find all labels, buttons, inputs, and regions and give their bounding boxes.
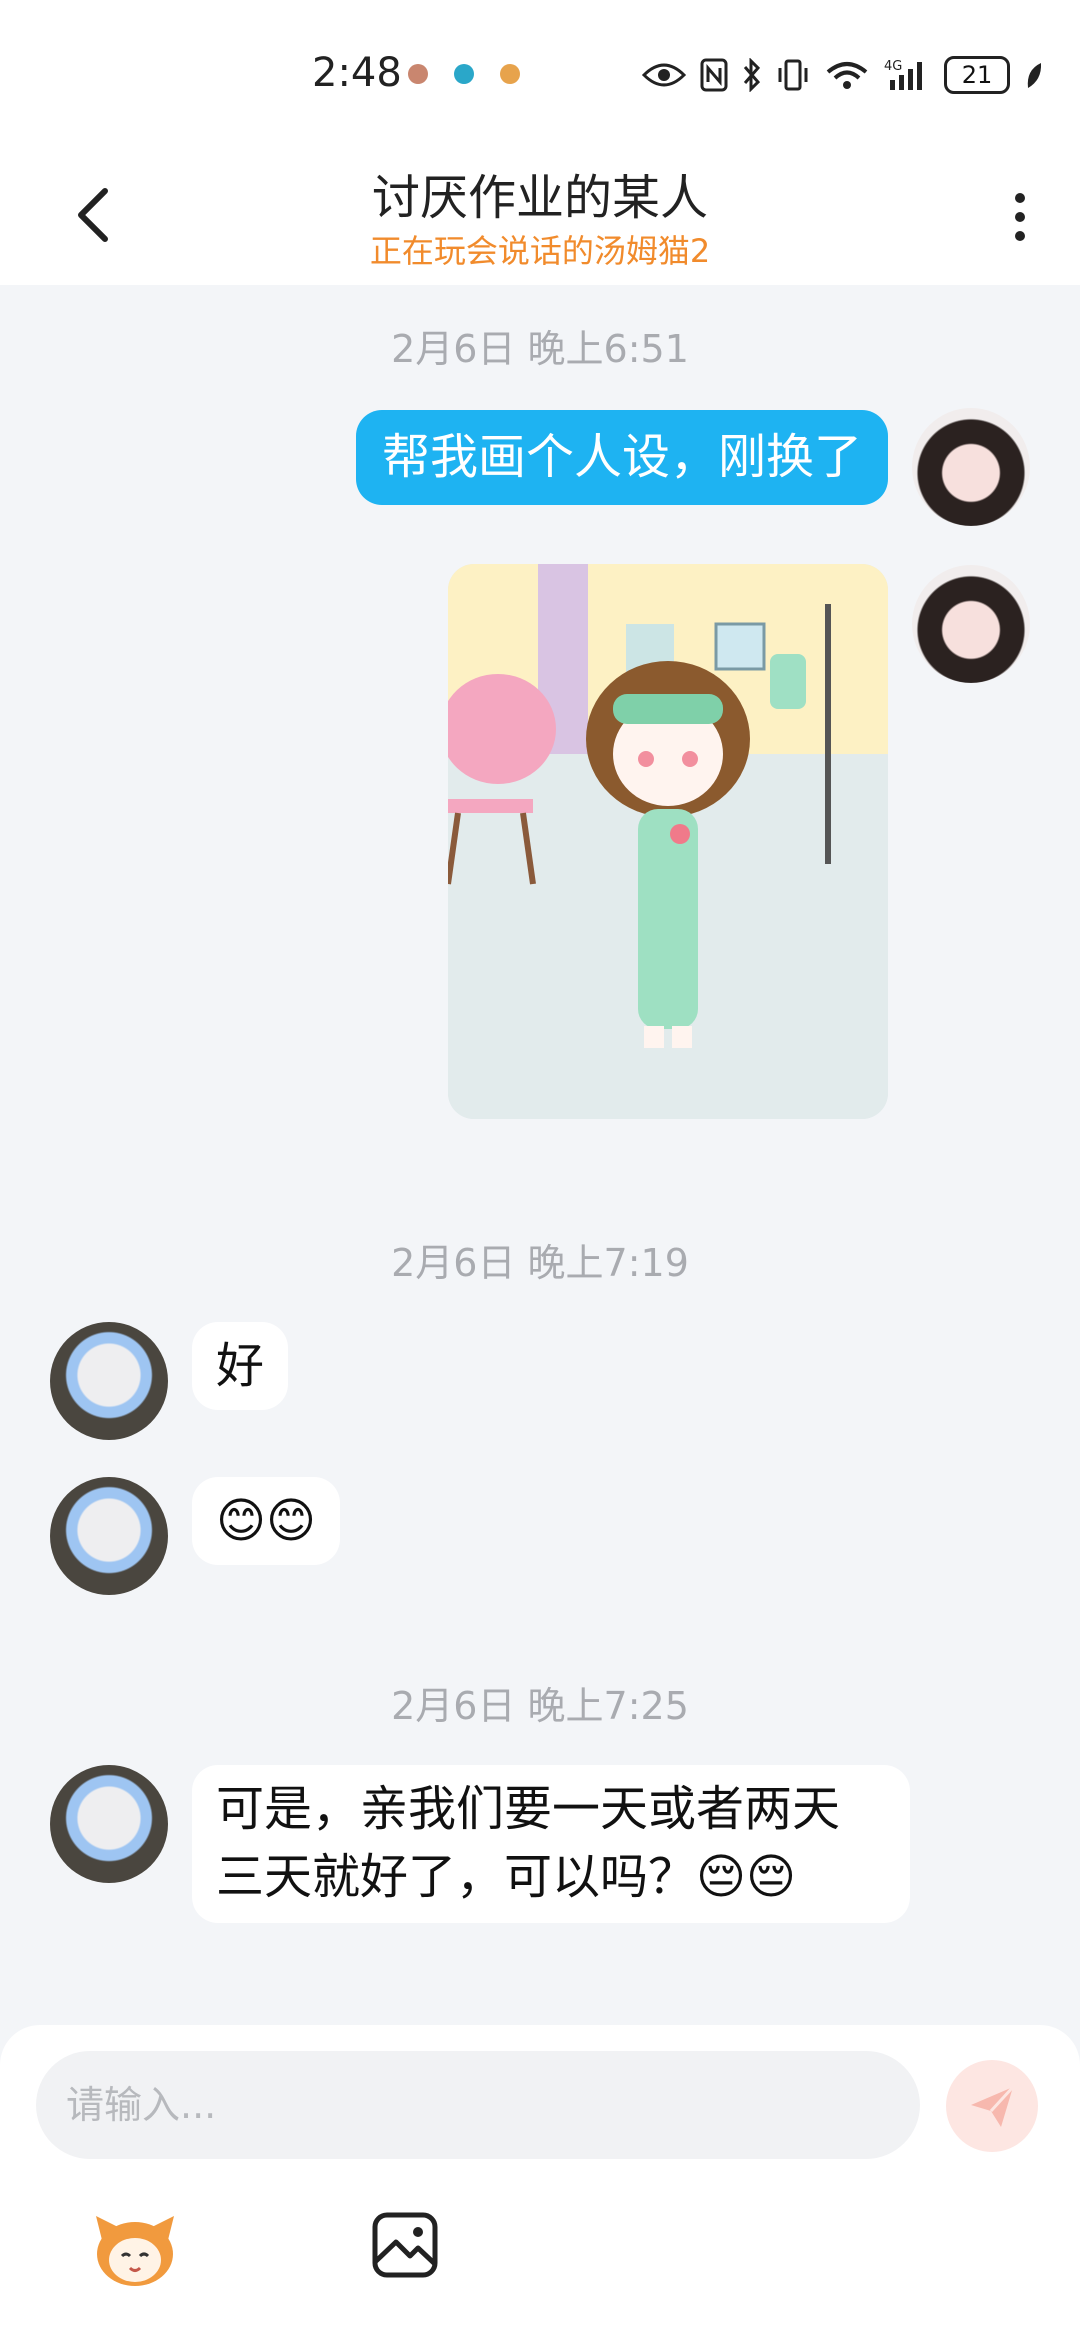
avatar[interactable] xyxy=(50,1765,168,1883)
message-bubble-incoming[interactable]: 可是，亲我们要一天或者两天三天就好了，可以吗？😔😔 xyxy=(192,1765,910,1923)
nfc-icon xyxy=(700,58,728,92)
contact-name: 讨厌作业的某人 xyxy=(371,170,708,226)
notification-app-icon xyxy=(500,64,520,84)
eye-icon xyxy=(642,63,686,87)
battery-level: 21 xyxy=(944,56,1010,94)
svg-text:4G: 4G xyxy=(884,59,902,74)
vibrate-icon xyxy=(778,59,808,91)
message-timestamp: 2月6日 晚上7:25 xyxy=(391,1684,689,1728)
avatar[interactable] xyxy=(50,1477,168,1595)
status-time: 2:48 xyxy=(312,50,402,96)
send-icon xyxy=(971,2085,1015,2127)
message-bubble-incoming[interactable]: 好 xyxy=(192,1322,289,1410)
notification-icons xyxy=(408,64,520,84)
signal-icon: 4G xyxy=(884,59,922,90)
notification-app-icon xyxy=(454,64,474,84)
wifi-icon xyxy=(826,62,868,89)
contact-status: 正在玩会说话的汤姆猫2 xyxy=(369,232,711,270)
avatar[interactable] xyxy=(50,1322,168,1440)
notification-app-icon xyxy=(408,64,428,84)
input-panel xyxy=(0,2025,1080,2340)
send-button[interactable] xyxy=(946,2060,1038,2152)
chat-header: 讨厌作业的某人 正在玩会说话的汤姆猫2 xyxy=(0,140,1080,285)
avatar[interactable] xyxy=(912,408,1030,526)
message-timestamp: 2月6日 晚上7:19 xyxy=(391,1241,689,1285)
avatar[interactable] xyxy=(912,565,1030,683)
message-bubble-outgoing[interactable]: 帮我画个人设，刚换了 xyxy=(355,410,888,505)
status-indicators: 4G 21 xyxy=(642,56,1044,94)
message-bubble-incoming[interactable]: 😊😊 xyxy=(192,1477,341,1565)
gallery-button[interactable] xyxy=(370,2210,440,2280)
dot xyxy=(1015,231,1025,241)
message-input[interactable] xyxy=(36,2051,920,2159)
leaf-icon xyxy=(1027,63,1042,88)
character-illustration xyxy=(448,564,888,1119)
cat-mascot-icon xyxy=(96,2216,174,2286)
dot xyxy=(1015,193,1025,203)
mascot-sticker-button[interactable] xyxy=(90,2210,180,2290)
message-timestamp: 2月6日 晚上6:51 xyxy=(391,327,689,371)
image-message[interactable] xyxy=(448,564,888,1119)
image-icon xyxy=(372,2212,438,2278)
more-options-button[interactable] xyxy=(1000,182,1040,252)
status-bar: 2:48 4G 21 xyxy=(0,0,1080,140)
dot xyxy=(1015,212,1025,222)
bluetooth-icon xyxy=(743,58,761,92)
